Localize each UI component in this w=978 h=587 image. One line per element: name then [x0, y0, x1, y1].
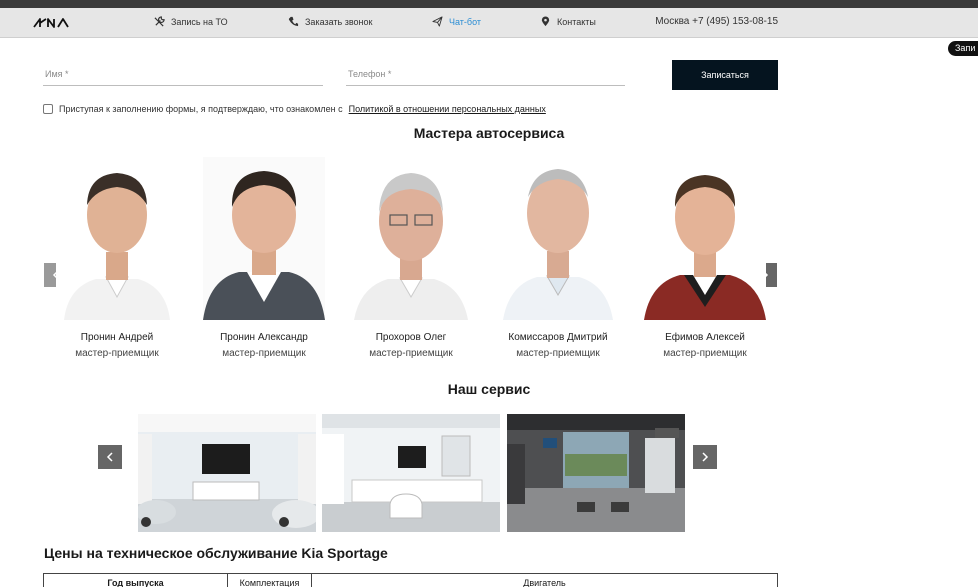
master-name: Ефимов Алексей [665, 332, 745, 343]
master-name: Прохоров Олег [375, 332, 447, 343]
kia-logo[interactable] [32, 17, 72, 29]
master-role: мастер-приемщик [369, 348, 453, 359]
nav-label: Контакты [557, 16, 596, 27]
browser-top-strip [0, 0, 978, 8]
master-card[interactable]: Пронин Александр мастер-приемщик [203, 157, 325, 359]
phone-icon [288, 16, 299, 27]
master-role: мастер-приемщик [663, 348, 747, 359]
nav-contacts[interactable]: Контакты [540, 16, 596, 27]
name-input[interactable] [43, 62, 323, 85]
master-card[interactable]: Прохоров Олег мастер-приемщик [350, 157, 472, 359]
prices-title: Цены на техническое обслуживание Kia Spo… [44, 545, 388, 561]
name-field-wrapper [43, 62, 323, 86]
master-card[interactable]: Ефимов Алексей мастер-приемщик [644, 157, 766, 359]
master-card[interactable]: Комиссаров Дмитрий мастер-приемщик [497, 157, 619, 359]
chevron-left-icon [106, 452, 113, 462]
column-header-engine: Двигатель [523, 578, 566, 587]
nav-label: Чат-бот [449, 16, 482, 27]
consent-checkbox[interactable] [43, 104, 53, 114]
masters-title: Мастера автосервиса [413, 125, 565, 141]
wrench-icon [154, 16, 165, 27]
nav-label: Заказать звонок [305, 16, 373, 27]
phone-field-wrapper [346, 62, 625, 86]
service-prev-button[interactable] [98, 445, 122, 469]
master-role: мастер-приемщик [75, 348, 159, 359]
master-name: Пронин Александр [220, 332, 308, 343]
master-card[interactable]: Пронин Андрей мастер-приемщик [56, 157, 178, 359]
master-name: Пронин Андрей [80, 332, 154, 343]
nav-service-booking[interactable]: Запись на ТО [154, 16, 228, 27]
consent-row: Приступая к заполнению формы, я подтверж… [43, 104, 546, 114]
chevron-right-icon [702, 452, 709, 462]
nav-chat-bot[interactable]: Чат-бот [432, 16, 481, 27]
master-photo [350, 157, 472, 320]
master-role: мастер-приемщик [516, 348, 600, 359]
master-name: Комиссаров Дмитрий [508, 332, 608, 343]
service-photo-workshop[interactable] [507, 414, 685, 532]
service-photo-showroom[interactable] [138, 414, 316, 532]
header-phone[interactable]: Москва +7 (495) 153-08-15 [655, 16, 778, 27]
privacy-policy-link[interactable]: Политикой в отношении персональных данны… [349, 104, 546, 114]
consent-text: Приступая к заполнению формы, я подтверж… [59, 104, 343, 114]
master-role: мастер-приемщик [222, 348, 306, 359]
service-photo-reception[interactable] [322, 414, 500, 532]
side-booking-pill[interactable]: Запи [948, 41, 978, 56]
master-photo [56, 157, 178, 320]
master-photo [203, 157, 325, 320]
location-pin-icon [541, 16, 550, 27]
price-table-header: Год выпуска Комплектация Двигатель [43, 573, 778, 587]
phone-input[interactable] [346, 62, 625, 85]
site-header: Запись на ТО Заказать звонок Чат-бот Кон… [0, 8, 978, 38]
master-photo [644, 157, 766, 320]
service-next-button[interactable] [693, 445, 717, 469]
master-photo [497, 157, 619, 320]
send-icon [432, 16, 443, 27]
column-header-trim: Комплектация [228, 574, 312, 587]
submit-button[interactable]: Записаться [672, 60, 778, 90]
service-title: Наш сервис [447, 381, 531, 397]
nav-label: Запись на ТО [171, 16, 228, 27]
column-header-year: Год выпуска [44, 574, 228, 587]
nav-request-call[interactable]: Заказать звонок [288, 16, 372, 27]
